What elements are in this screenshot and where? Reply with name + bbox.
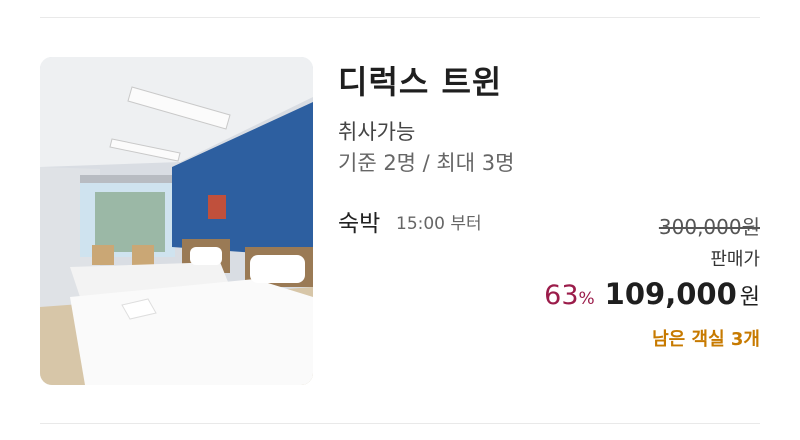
cooking-available-label: 취사가능 bbox=[338, 120, 416, 144]
original-price: 300,000원 bbox=[658, 215, 760, 239]
stay-type-label: 숙박 bbox=[338, 211, 381, 237]
room-photo[interactable] bbox=[40, 57, 313, 385]
price-row: 63% 109,000 원 bbox=[544, 277, 760, 311]
sale-price-label: 판매가 bbox=[710, 249, 760, 270]
top-divider bbox=[40, 17, 760, 18]
room-name: 디럭스 트윈 bbox=[338, 63, 503, 101]
currency-unit: 원 bbox=[739, 285, 760, 310]
room-card[interactable]: 디럭스 트윈 취사가능 기준 2명 / 최대 3명 숙박 15:00 부터 30… bbox=[40, 57, 760, 387]
discount-rate: 63 bbox=[544, 280, 579, 311]
remaining-rooms-label: 남은 객실 bbox=[652, 329, 731, 350]
checkin-time: 15:00 부터 bbox=[396, 214, 482, 234]
remaining-rooms-count: 3개 bbox=[730, 329, 760, 350]
discount-percent-sign: % bbox=[578, 289, 595, 309]
final-price: 109,000 bbox=[604, 277, 737, 311]
room-capacity: 기준 2명 / 최대 3명 bbox=[338, 151, 515, 175]
remaining-rooms: 남은 객실 3개 bbox=[652, 325, 760, 351]
bottom-divider bbox=[40, 423, 760, 424]
